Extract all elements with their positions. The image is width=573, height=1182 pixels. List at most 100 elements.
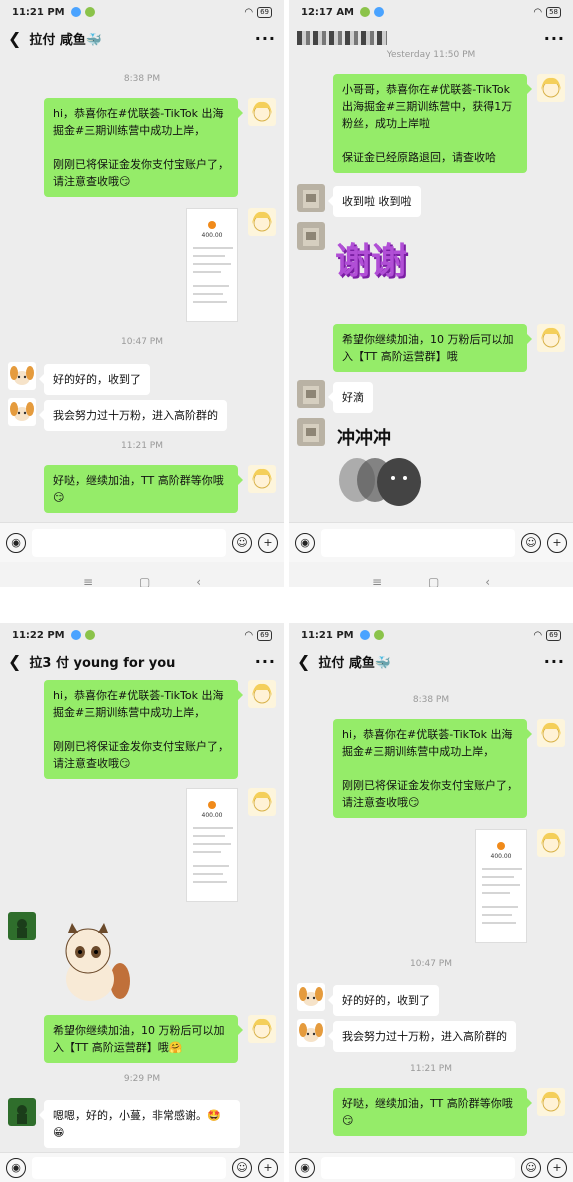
message-text: 刚刚已将保证金发你支付宝账户了，请注意查收哦😏 bbox=[53, 158, 229, 188]
menu-icon[interactable]: ≡ bbox=[83, 575, 93, 587]
payment-screenshot[interactable]: 400.00 bbox=[186, 788, 238, 902]
more-icon[interactable]: ··· bbox=[255, 29, 276, 48]
avatar[interactable] bbox=[248, 680, 276, 708]
sent-message[interactable]: 好哒，继续加油，TT 高阶群等你哦😏 bbox=[44, 465, 243, 513]
message-input[interactable] bbox=[321, 1156, 515, 1179]
timestamp: 9:29 PM bbox=[123, 1074, 161, 1084]
more-icon[interactable]: ··· bbox=[255, 652, 276, 671]
payment-screenshot[interactable]: 400.00 bbox=[475, 829, 527, 943]
voice-icon[interactable]: ◉ bbox=[295, 532, 315, 553]
message-text: 我会努力过十万粉，进入高阶群的 bbox=[342, 1030, 507, 1043]
emoji-icon[interactable]: ☺ bbox=[232, 1157, 252, 1178]
message-text: 刚刚已将保证金发你支付宝账户了，请注意查收哦😏 bbox=[342, 779, 518, 809]
chat-screenshot-4: 11:21 PM ◠ 69 ❮ 拉付 咸鱼🐳 ··· 8:38 PM hi，恭喜… bbox=[289, 623, 573, 1182]
avatar[interactable] bbox=[297, 418, 325, 446]
battery-level: 69 bbox=[257, 629, 272, 641]
avatar[interactable] bbox=[537, 324, 565, 352]
avatar[interactable] bbox=[8, 1098, 36, 1126]
plus-icon[interactable]: + bbox=[258, 532, 278, 553]
avatar[interactable] bbox=[248, 465, 276, 493]
blurred-chat-title bbox=[297, 31, 387, 45]
chat-title: 拉付 咸鱼🐳 bbox=[29, 32, 103, 48]
chat-screenshot-1: 11:21 PM ◠ 69 ❮ 拉付 咸鱼🐳 ··· 8:38 PM hi，恭喜… bbox=[0, 0, 284, 587]
home-icon[interactable]: ▢ bbox=[139, 575, 150, 587]
input-bar: ◉ ☺ + bbox=[289, 1152, 573, 1182]
message-input[interactable] bbox=[32, 1156, 226, 1179]
sent-message[interactable]: hi，恭喜你在#优联荟-TikTok 出海掘金#三期训练营中成功上岸， 刚刚已将… bbox=[333, 719, 532, 818]
message-input[interactable] bbox=[32, 528, 226, 557]
timestamp: 11:21 PM bbox=[121, 441, 163, 451]
input-bar: ◉ ☺ + bbox=[0, 522, 284, 562]
more-icon[interactable]: ··· bbox=[544, 652, 565, 671]
avatar[interactable] bbox=[8, 398, 36, 426]
message-text: 好哒，继续加油，TT 高阶群等你哦😏 bbox=[342, 1097, 513, 1127]
received-message[interactable]: 我会努力过十万粉，进入高阶群的 bbox=[328, 1021, 516, 1052]
avatar[interactable] bbox=[297, 380, 325, 408]
thank-you-sticker[interactable]: 谢谢 bbox=[335, 232, 435, 286]
more-icon[interactable]: ··· bbox=[544, 29, 565, 48]
sent-message[interactable]: 好哒，继续加油，TT 高阶群等你哦😏 bbox=[333, 1088, 532, 1136]
wechat-icon bbox=[360, 7, 371, 17]
emoji-icon[interactable]: ☺ bbox=[521, 532, 541, 553]
payment-screenshot[interactable]: 400.00 bbox=[186, 208, 238, 322]
plus-icon[interactable]: + bbox=[547, 532, 567, 553]
received-message[interactable]: 收到啦 收到啦 bbox=[328, 186, 421, 217]
avatar[interactable] bbox=[248, 788, 276, 816]
avatar[interactable] bbox=[297, 222, 325, 250]
timestamp: 8:38 PM bbox=[123, 74, 161, 84]
home-icon[interactable]: ▢ bbox=[428, 575, 439, 587]
avatar[interactable] bbox=[248, 1015, 276, 1043]
plus-icon[interactable]: + bbox=[258, 1157, 278, 1178]
received-message[interactable]: 好的好的，收到了 bbox=[39, 364, 150, 395]
status-bar: 11:21 PM ◠ 69 bbox=[0, 0, 284, 24]
nav-back-icon[interactable]: ‹ bbox=[485, 575, 490, 587]
wifi-icon: ◠ bbox=[533, 6, 543, 18]
sent-message[interactable]: 小哥哥，恭喜你在#优联荟-TikTok 出海掘金#三期训练营中，获得1万粉丝，成… bbox=[333, 74, 532, 173]
timestamp: 8:38 PM bbox=[412, 695, 450, 705]
avatar[interactable] bbox=[248, 98, 276, 126]
chevron-left-icon[interactable]: ❮ bbox=[297, 652, 310, 671]
chevron-left-icon[interactable]: ❮ bbox=[8, 29, 21, 48]
received-message[interactable]: 嗯嗯，好的，小蔓，非常感谢。🤩😁 bbox=[39, 1100, 240, 1148]
sent-message[interactable]: 希望你继续加油，10 万粉后可以加入【TT 高阶运营群】哦🤗 bbox=[44, 1015, 243, 1063]
received-message[interactable]: 好的好的，收到了 bbox=[328, 985, 439, 1016]
raccoon-sticker[interactable] bbox=[50, 919, 134, 1005]
status-time: 11:21 PM bbox=[12, 6, 65, 18]
timestamp: 11:21 PM bbox=[410, 1064, 452, 1074]
received-message[interactable]: 好滴 bbox=[328, 382, 373, 413]
avatar[interactable] bbox=[537, 829, 565, 857]
elephant-sticker[interactable] bbox=[335, 448, 431, 514]
avatar[interactable] bbox=[537, 74, 565, 102]
sent-message[interactable]: hi，恭喜你在#优联荟-TikTok 出海掘金#三期训练营中成功上岸， 刚刚已将… bbox=[44, 680, 243, 779]
menu-icon[interactable]: ≡ bbox=[372, 575, 382, 587]
avatar[interactable] bbox=[248, 208, 276, 236]
plus-icon[interactable]: + bbox=[547, 1157, 567, 1178]
message-input[interactable] bbox=[321, 528, 515, 557]
avatar[interactable] bbox=[537, 1088, 565, 1116]
avatar[interactable] bbox=[8, 362, 36, 390]
voice-icon[interactable]: ◉ bbox=[6, 1157, 26, 1178]
avatar[interactable] bbox=[8, 912, 36, 940]
message-text: 希望你继续加油，10 万粉后可以加入【TT 高阶运营群】哦 bbox=[342, 333, 514, 363]
sent-message[interactable]: 希望你继续加油，10 万粉后可以加入【TT 高阶运营群】哦 bbox=[333, 324, 532, 372]
nav-back-icon[interactable]: ‹ bbox=[196, 575, 201, 587]
qq-icon bbox=[70, 630, 81, 640]
chevron-left-icon[interactable]: ❮ bbox=[8, 652, 21, 671]
qq-icon bbox=[70, 7, 81, 17]
status-time: 11:21 PM bbox=[301, 629, 354, 641]
avatar[interactable] bbox=[537, 719, 565, 747]
avatar[interactable] bbox=[297, 983, 325, 1011]
battery-level: 69 bbox=[546, 629, 561, 641]
voice-icon[interactable]: ◉ bbox=[295, 1157, 315, 1178]
emoji-icon[interactable]: ☺ bbox=[521, 1157, 541, 1178]
status-time: 12:17 AM bbox=[301, 6, 355, 18]
voice-icon[interactable]: ◉ bbox=[6, 532, 26, 553]
alipay-icon bbox=[497, 842, 505, 850]
emoji-icon[interactable]: ☺ bbox=[232, 532, 252, 553]
sent-message[interactable]: hi，恭喜你在#优联荟-TikTok 出海掘金#三期训练营中成功上岸， 刚刚已将… bbox=[44, 98, 243, 197]
avatar[interactable] bbox=[297, 184, 325, 212]
received-message[interactable]: 我会努力过十万粉，进入高阶群的 bbox=[39, 400, 227, 431]
avatar[interactable] bbox=[297, 1019, 325, 1047]
input-bar: ◉ ☺ + bbox=[289, 522, 573, 562]
status-time: 11:22 PM bbox=[12, 629, 65, 641]
